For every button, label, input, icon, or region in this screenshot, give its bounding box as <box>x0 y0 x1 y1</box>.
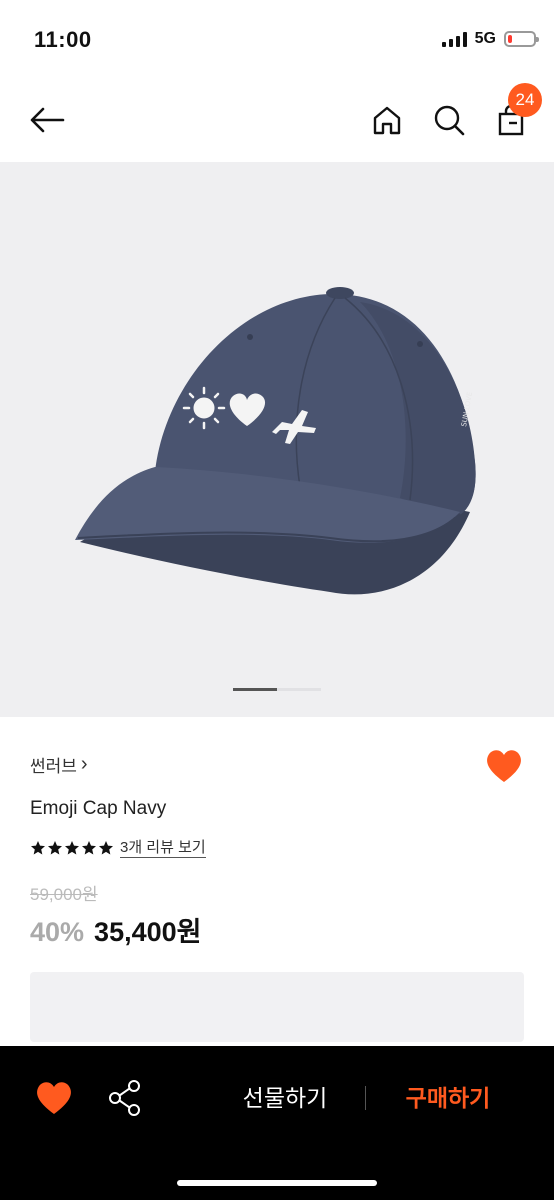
status-bar: 11:00 5G <box>0 0 554 80</box>
sale-price: 35,400원 <box>94 917 202 947</box>
gallery-pager-active <box>233 688 277 691</box>
status-time: 11:00 <box>34 27 92 52</box>
home-button[interactable] <box>365 98 409 142</box>
search-button[interactable] <box>427 98 471 142</box>
original-price: 59,000원 <box>30 885 98 904</box>
price-row: 40% 35,400원 <box>30 910 201 949</box>
status-indicators: 5G <box>441 30 539 48</box>
rating-row: 3개 리뷰 보기 <box>30 838 206 858</box>
star-icon <box>31 841 45 855</box>
home-icon <box>373 106 401 135</box>
gift-button[interactable]: 선물하기 <box>230 1080 340 1116</box>
battery-icon <box>504 31 539 47</box>
like-button[interactable] <box>484 746 524 786</box>
arrow-left-icon <box>30 107 65 133</box>
star-icon <box>48 841 62 855</box>
svg-text:SUN LOVE: SUN LOVE <box>460 391 474 427</box>
back-button[interactable] <box>25 98 69 142</box>
bottom-like-button[interactable] <box>34 1078 74 1118</box>
product-image: SUN LOVE <box>75 287 476 595</box>
review-link[interactable]: 3개 리뷰 보기 <box>120 838 206 858</box>
signal-icon <box>441 31 467 47</box>
search-icon <box>434 105 465 136</box>
share-icon <box>109 1080 140 1116</box>
sun-embroidery <box>182 386 226 430</box>
star-icon <box>99 841 113 855</box>
discount-rate: 40% <box>30 917 85 947</box>
chevron-right-icon: › <box>80 753 88 775</box>
home-indicator <box>177 1180 377 1186</box>
battery-level <box>508 35 512 43</box>
nav-bar <box>0 80 554 162</box>
bottom-action-bar: 선물하기 구매하기 <box>0 1046 554 1200</box>
network-label: 5G <box>474 30 496 47</box>
heart-icon <box>37 1082 71 1114</box>
cart-count-badge: 24 <box>508 83 542 117</box>
button-divider <box>365 1086 366 1110</box>
brand-link[interactable]: 썬러브 › <box>30 752 88 777</box>
product-name: Emoji Cap Navy <box>30 798 167 819</box>
buy-button[interactable]: 구매하기 <box>392 1080 504 1116</box>
rating-stars <box>30 840 114 856</box>
star-icon <box>82 841 96 855</box>
star-icon <box>65 841 79 855</box>
heart-icon <box>487 750 521 782</box>
product-image-gallery[interactable]: SUN LOVE <box>0 162 554 717</box>
brand-name: 썬러브 <box>30 757 77 776</box>
loading-placeholder <box>30 972 524 1042</box>
share-button[interactable] <box>106 1078 144 1118</box>
gallery-pager <box>233 688 321 691</box>
